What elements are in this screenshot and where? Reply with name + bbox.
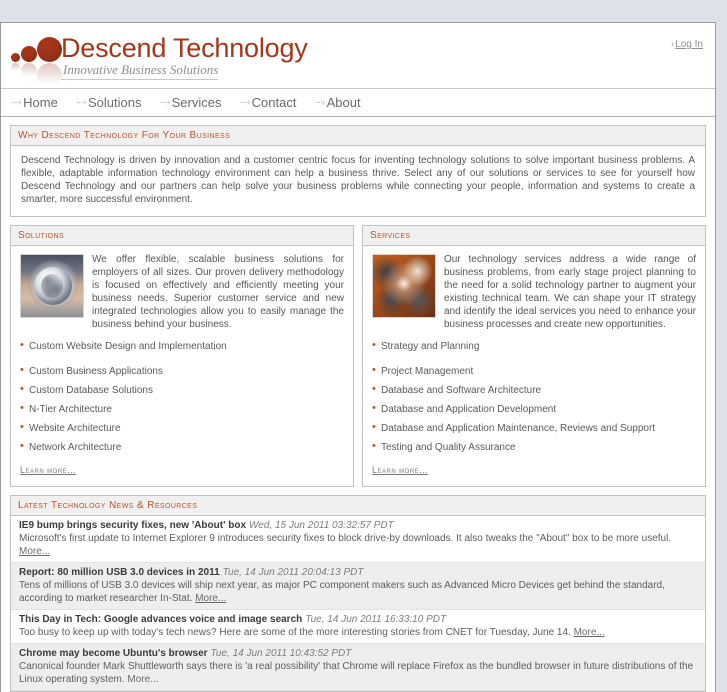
services-panel-heading: Services	[363, 226, 705, 246]
services-column: Services Our technology services address…	[362, 225, 706, 487]
news-item-more-link[interactable]: More...	[195, 593, 226, 604]
nav-item-about[interactable]: ····› About	[314, 95, 360, 110]
services-bullet-list: Strategy and Planning	[372, 337, 696, 356]
logo-dot-medium	[21, 46, 37, 62]
logo-dot-reflection-small	[11, 63, 20, 72]
nav-arrow-icon: ····›	[11, 97, 22, 108]
browser-top-strip	[0, 0, 727, 22]
login-link-wrap[interactable]: › Log In	[671, 39, 703, 50]
table-row[interactable]: Chrome may become Ubuntu's browser Tue, 1…	[11, 644, 705, 691]
nav-item-home[interactable]: ····› Home	[11, 95, 58, 110]
news-panel-heading: Latest Technology News & Resources	[11, 496, 705, 516]
nav-item-label: Solutions	[88, 95, 142, 110]
intro-panel-body: Descend Technology is driven by innovati…	[11, 146, 705, 216]
main-navigation: ····› Home ····› Solutions ····› Service…	[1, 89, 715, 117]
news-item-description: Microsoft's first update to Internet Exp…	[19, 532, 697, 558]
nav-item-label: Home	[23, 95, 58, 110]
news-item-date: Tue, 14 Jun 2011 16:33:10 PDT	[305, 614, 447, 625]
solutions-learn-more-link[interactable]: Learn more...	[20, 464, 76, 477]
solutions-bullet-list-rest: Custom Business Applications Custom Data…	[20, 362, 344, 457]
solutions-panel: Solutions We offer flexible, scalable bu…	[10, 225, 354, 487]
logo-dot-reflection-large	[37, 63, 62, 88]
nav-item-contact[interactable]: ····› Contact	[240, 95, 297, 110]
news-item-title[interactable]: This Day in Tech: Google advances voice …	[19, 614, 302, 625]
news-item-description: Too busy to keep up with today's tech ne…	[19, 626, 697, 639]
news-item-summary: Microsoft's first update to Internet Exp…	[19, 533, 672, 544]
table-row[interactable]: This Day in Tech: Google advances voice …	[11, 610, 705, 644]
services-learn-more-link[interactable]: Learn more...	[372, 464, 428, 477]
logo-tagline: Innovative Business Solutions	[61, 62, 219, 80]
services-paragraph: Our technology services address a wide r…	[444, 254, 696, 330]
solutions-panel-body: We offer flexible, scalable business sol…	[11, 246, 353, 486]
news-item-more-link[interactable]: More...	[19, 546, 50, 557]
list-item[interactable]: Custom Database Solutions	[20, 381, 344, 400]
services-panel: Services Our technology services address…	[362, 225, 706, 487]
nav-item-label: Contact	[251, 95, 297, 110]
services-media: Our technology services address a wide r…	[372, 253, 696, 356]
intro-panel: Why Descend Technology For Your Business…	[10, 125, 706, 217]
news-item-title[interactable]: IE9 bump brings security fixes, new 'Abo…	[19, 520, 246, 531]
news-item-more-link[interactable]: More...	[574, 627, 605, 638]
logo-dot-small	[11, 53, 20, 62]
list-item[interactable]: Custom Business Applications	[20, 362, 344, 381]
solutions-paragraph: We offer flexible, scalable business sol…	[92, 254, 344, 330]
list-item[interactable]: Website Architecture	[20, 419, 344, 438]
nav-arrow-icon: ····›	[159, 97, 170, 108]
solutions-panel-heading: Solutions	[11, 226, 353, 246]
news-item-title[interactable]: Chrome may become Ubuntu's browser	[19, 648, 208, 659]
list-item[interactable]: Database and Application Development	[372, 400, 696, 419]
site-logo[interactable]: Descend Technology Innovative Business S…	[9, 27, 308, 88]
news-item-description: Tens of millions of USB 3.0 devices will…	[19, 579, 697, 605]
site-header: Descend Technology Innovative Business S…	[1, 23, 715, 89]
services-bullet-list-rest: Project Management Database and Software…	[372, 362, 696, 457]
team-huddle-image	[372, 254, 436, 318]
news-item-description: Canonical founder Mark Shuttleworth says…	[19, 660, 697, 686]
page-content: Why Descend Technology For Your Business…	[1, 117, 715, 692]
logo-dot-large	[37, 37, 62, 62]
news-item-summary: Tens of millions of USB 3.0 devices will…	[19, 580, 665, 604]
nav-arrow-icon: ····›	[314, 97, 325, 108]
list-item[interactable]: Project Management	[372, 362, 696, 381]
nav-item-label: About	[326, 95, 361, 110]
site-frame: Descend Technology Innovative Business S…	[0, 22, 716, 692]
logo-text-block: Descend Technology Innovative Business S…	[61, 27, 308, 80]
news-item-summary: Canonical founder Mark Shuttleworth says…	[19, 661, 694, 685]
news-item-title[interactable]: Report: 80 million USB 3.0 devices in 20…	[19, 567, 220, 578]
nav-item-label: Services	[171, 95, 222, 110]
list-item[interactable]: Testing and Quality Assurance	[372, 438, 696, 457]
services-panel-body: Our technology services address a wide r…	[363, 246, 705, 486]
list-item[interactable]: Database and Software Architecture	[372, 381, 696, 400]
table-row[interactable]: IE9 bump brings security fixes, new 'Abo…	[11, 516, 705, 563]
nav-arrow-icon: ····›	[75, 97, 87, 108]
solutions-media: We offer flexible, scalable business sol…	[20, 253, 344, 356]
nav-item-solutions[interactable]: ····› Solutions	[76, 95, 142, 110]
logo-dot-reflection-medium	[21, 63, 37, 79]
globe-in-hands-image	[20, 254, 84, 318]
solutions-bullet-list: Custom Website Design and Implementation	[20, 337, 344, 356]
nav-item-services[interactable]: ····› Services	[159, 95, 221, 110]
login-link[interactable]: Log In	[675, 39, 703, 50]
news-list: IE9 bump brings security fixes, new 'Abo…	[11, 516, 705, 691]
solutions-column: Solutions We offer flexible, scalable bu…	[10, 225, 354, 487]
intro-paragraph: Descend Technology is driven by innovati…	[21, 155, 695, 205]
table-row[interactable]: Report: 80 million USB 3.0 devices in 20…	[11, 563, 705, 610]
news-item-more-text[interactable]: More...	[127, 674, 158, 685]
intro-panel-heading: Why Descend Technology For Your Business	[11, 126, 705, 146]
news-item-date: Wed, 15 Jun 2011 03:32:57 PDT	[249, 520, 394, 531]
feature-columns: Solutions We offer flexible, scalable bu…	[10, 225, 706, 487]
news-item-date: Tue, 14 Jun 2011 10:43:52 PDT	[210, 648, 352, 659]
list-item[interactable]: Custom Website Design and Implementation	[20, 337, 344, 356]
news-panel: Latest Technology News & Resources IE9 b…	[10, 495, 706, 692]
logo-dots-icon	[9, 31, 62, 88]
news-item-summary: Too busy to keep up with today's tech ne…	[19, 627, 571, 638]
page-root: Descend Technology Innovative Business S…	[0, 0, 727, 692]
logo-title: Descend Technology	[61, 33, 308, 63]
nav-arrow-icon: ····›	[239, 97, 251, 108]
list-item[interactable]: Strategy and Planning	[372, 337, 696, 356]
news-item-date: Tue, 14 Jun 2011 20:04:13 PDT	[222, 567, 364, 578]
list-item[interactable]: Database and Application Maintenance, Re…	[372, 419, 696, 438]
list-item[interactable]: N-Tier Architecture	[20, 400, 344, 419]
list-item[interactable]: Network Architecture	[20, 438, 344, 457]
